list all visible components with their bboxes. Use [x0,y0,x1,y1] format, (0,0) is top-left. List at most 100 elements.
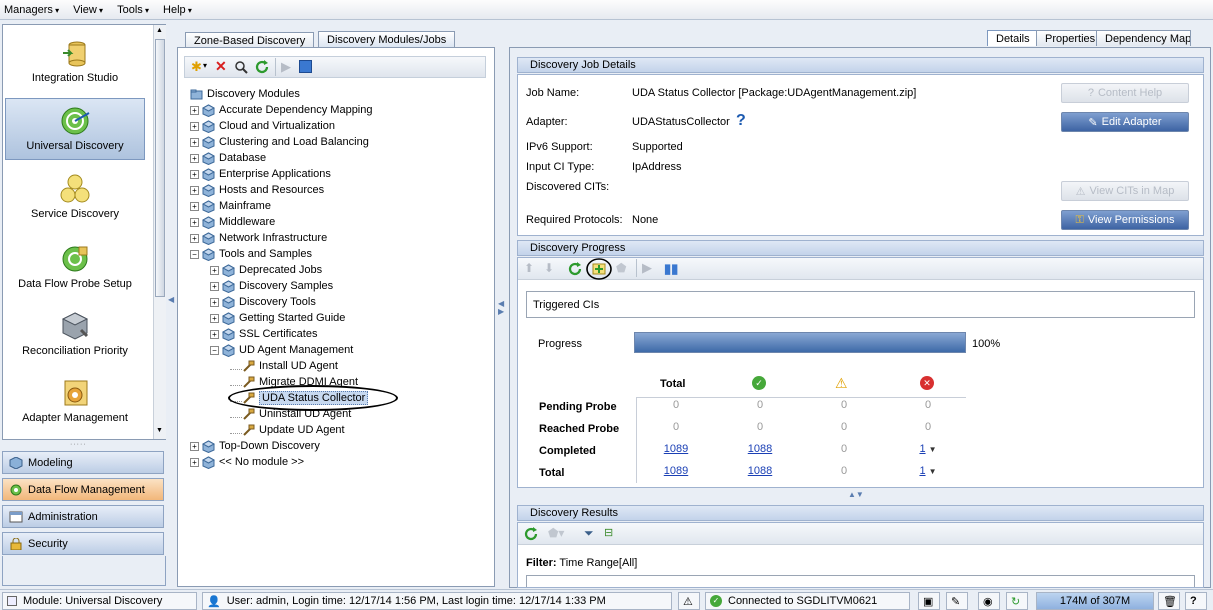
tree-module[interactable]: + Clustering and Load Balancing [190,134,369,150]
expand-toggle-icon[interactable]: + [210,297,219,307]
expand-toggle-icon[interactable]: + [190,169,199,179]
move-down-icon[interactable]: ⬇ [544,261,554,275]
section-resize-icon[interactable]: ▲▼ [848,490,864,499]
tree-module[interactable]: + << No module >> [190,454,304,470]
refresh-icon[interactable] [255,60,269,74]
play-icon[interactable]: ▶ [281,59,291,75]
tab-details[interactable]: Details [987,30,1039,46]
refresh-icon[interactable]: ↻ [1006,592,1028,610]
tree-module[interactable]: − UD Agent Management [210,342,353,358]
nav-tab-security[interactable]: Security [2,532,164,555]
tree-module[interactable]: + Accurate Dependency Mapping [190,102,372,118]
expand-toggle-icon[interactable]: + [210,265,219,275]
tree-job[interactable]: Install UD Agent [230,358,338,374]
count-link[interactable]: 1 [919,443,925,455]
expand-toggle-icon[interactable]: + [190,233,199,243]
scroll-down-icon[interactable]: ▼ [156,427,163,434]
tree-module[interactable]: + Discovery Samples [210,278,333,294]
count-cell-ok[interactable]: 1088 [740,465,780,477]
count-cell-err[interactable]: 1 ▼ [908,465,948,477]
select-columns-icon[interactable]: ⊟ [604,526,613,539]
tree-module[interactable]: + Middleware [190,214,275,230]
nav-tab-administration[interactable]: Administration [2,505,164,528]
expand-toggle-icon[interactable]: + [210,313,219,323]
sidebar-item-data-flow-probe-setup[interactable]: Data Flow Probe Setup [5,243,145,303]
view-permissions-button[interactable]: ⚿ View Permissions [1061,210,1189,230]
scroll-thumb[interactable] [155,39,165,297]
layers-icon[interactable]: ⬟ [616,261,626,275]
tree-module[interactable]: + SSL Certificates [210,326,317,342]
edit-adapter-button[interactable]: ✎ Edit Adapter [1061,112,1189,132]
tree-module[interactable]: + Hosts and Resources [190,182,324,198]
chevron-down-icon[interactable]: ▼ [929,467,937,476]
trash-icon[interactable]: 🗑 [1158,592,1180,610]
search-icon[interactable] [235,61,248,74]
help-icon[interactable]: ? [736,112,746,130]
menu-managers[interactable]: Managers [4,4,59,16]
expand-toggle-icon[interactable]: + [190,441,199,451]
expand-toggle-icon[interactable]: − [210,345,219,355]
move-up-icon[interactable]: ⬆ [524,261,534,275]
help-icon[interactable]: ? [1185,592,1207,610]
count-link[interactable]: 1089 [664,465,688,477]
tree-module[interactable]: + Deprecated Jobs [210,262,322,278]
tab-dependency-map[interactable]: Dependency Map [1096,30,1191,46]
content-help-button[interactable]: ? Content Help [1061,83,1189,103]
delete-icon[interactable]: ✕ [215,58,227,75]
collapse-left-icon[interactable]: ◀ [168,295,174,304]
nav-tab-data-flow-management[interactable]: Data Flow Management [2,478,164,501]
chevron-down-icon[interactable]: ▼ [929,445,937,454]
tree-module[interactable]: + Getting Started Guide [210,310,345,326]
splitter-arrows-icon[interactable]: ◀ ▶ [498,300,504,316]
tree-module[interactable]: + Mainframe [190,198,271,214]
count-link[interactable]: 1089 [664,443,688,455]
sidebar-item-universal-discovery[interactable]: Universal Discovery [5,98,145,160]
nav-tab-modeling[interactable]: Modeling [2,451,164,474]
chevron-down-icon[interactable]: ▾ [203,61,207,70]
count-link[interactable]: 1088 [748,443,772,455]
sidebar-item-integration-studio[interactable]: Integration Studio [5,37,145,97]
menu-tools[interactable]: Tools [117,4,149,16]
camera-icon[interactable]: ◉ [978,592,1000,610]
expand-toggle-icon[interactable]: + [210,281,219,291]
refresh-icon[interactable] [568,262,582,276]
expand-toggle-icon[interactable]: + [190,185,199,195]
expand-toggle-icon[interactable]: + [190,201,199,211]
tab-discovery-modules-jobs[interactable]: Discovery Modules/Jobs [318,31,456,47]
alert-icon[interactable]: ⚠ [678,592,700,610]
count-cell-ok[interactable]: 1088 [740,443,780,455]
count-cell-err[interactable]: 1 ▼ [908,443,948,455]
count-cell-total[interactable]: 1089 [656,443,696,455]
stop-icon[interactable] [299,60,312,73]
refresh-icon[interactable] [524,527,538,541]
sidebar-item-service-discovery[interactable]: Service Discovery [5,173,145,233]
sidebar-item-reconciliation-priority[interactable]: Reconciliation Priority [5,310,145,370]
tab-properties[interactable]: Properties [1036,30,1105,46]
tree-module[interactable]: + Top-Down Discovery [190,438,320,454]
expand-toggle-icon[interactable]: + [190,457,199,467]
sidebar-scrollbar[interactable]: ▲ ▼ [153,25,166,439]
expand-toggle-icon[interactable]: + [190,153,199,163]
count-cell-total[interactable]: 1089 [656,465,696,477]
tab-zone-based-discovery[interactable]: Zone-Based Discovery [185,32,315,48]
add-icon[interactable] [585,258,613,280]
tree-module[interactable]: + Database [190,150,266,166]
filter-icon[interactable]: ⏷ [584,526,594,541]
menu-help[interactable]: Help [163,4,192,16]
export-icon[interactable]: ⬟▾ [548,526,564,540]
folder-icon[interactable]: ▣ [918,592,940,610]
tree-job[interactable]: Update UD Agent [230,422,345,438]
sidebar-item-adapter-management[interactable]: Adapter Management [5,377,145,437]
tree-module[interactable]: + Cloud and Virtualization [190,118,335,134]
menu-view[interactable]: View [73,4,103,16]
triggered-cis-field[interactable]: Triggered CIs [526,291,1195,318]
expand-toggle-icon[interactable]: + [190,105,199,115]
scroll-up-icon[interactable]: ▲ [156,27,163,34]
memory-indicator[interactable]: 174M of 307M [1036,592,1154,610]
pause-icon[interactable]: ▮▮ [664,261,678,277]
view-cits-in-map-button[interactable]: ⚠ View CITs in Map [1061,181,1189,201]
tree-module[interactable]: − Tools and Samples [190,246,312,262]
tree-root[interactable]: Discovery Modules [190,86,300,102]
expand-toggle-icon[interactable]: + [190,137,199,147]
tree-module[interactable]: + Enterprise Applications [190,166,331,182]
